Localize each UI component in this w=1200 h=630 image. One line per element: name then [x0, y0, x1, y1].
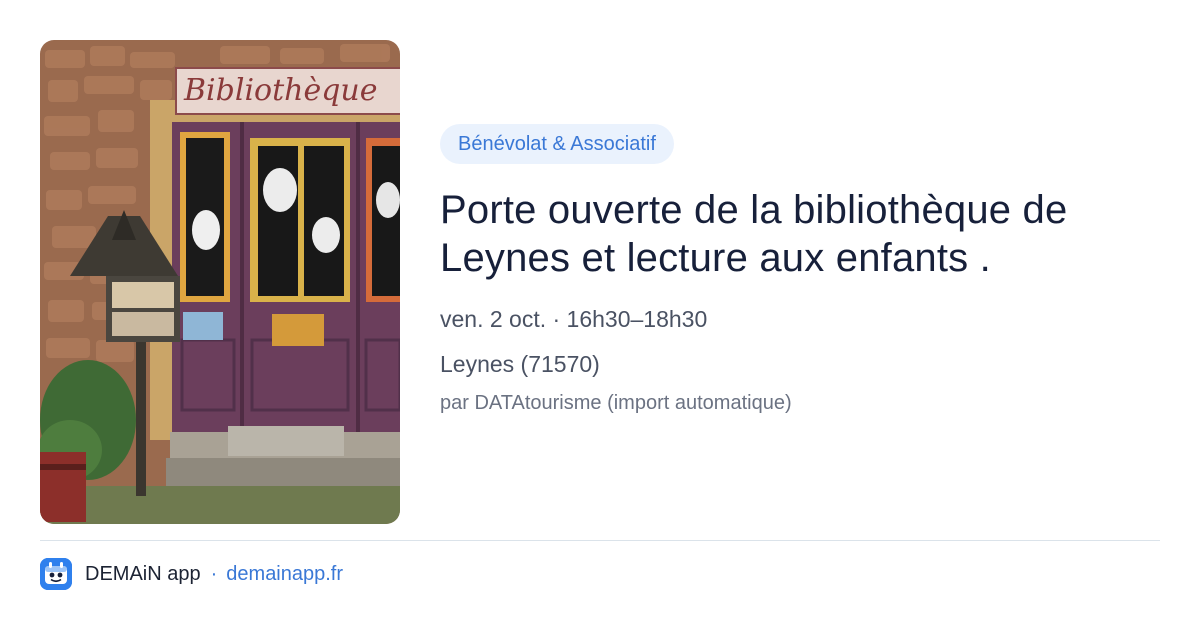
event-location: Leynes (71570) — [440, 351, 600, 377]
event-info: Bénévolat & Associatif Porte ouverte de … — [440, 124, 1160, 415]
event-photo: Bibliothèque — [40, 40, 400, 524]
event-datetime: ven. 2 oct. · 16h30–18h30 — [440, 306, 708, 332]
bibliotheque-sign-text: Bibliothèque — [183, 73, 378, 108]
app-logo-icon[interactable] — [40, 558, 72, 590]
footer-divider — [40, 540, 1160, 541]
footer: DEMAiN app · demainapp.fr — [40, 558, 343, 590]
event-title[interactable]: Porte ouverte de la bibliothèque de Leyn… — [440, 186, 1160, 282]
category-badge[interactable]: Bénévolat & Associatif — [440, 124, 674, 164]
footer-separator: · — [210, 562, 218, 585]
domain-link[interactable]: demainapp.fr — [226, 563, 343, 586]
app-name[interactable]: DEMAiN app — [85, 563, 201, 586]
event-organizer: par DATAtourisme (import automatique) — [440, 392, 792, 414]
